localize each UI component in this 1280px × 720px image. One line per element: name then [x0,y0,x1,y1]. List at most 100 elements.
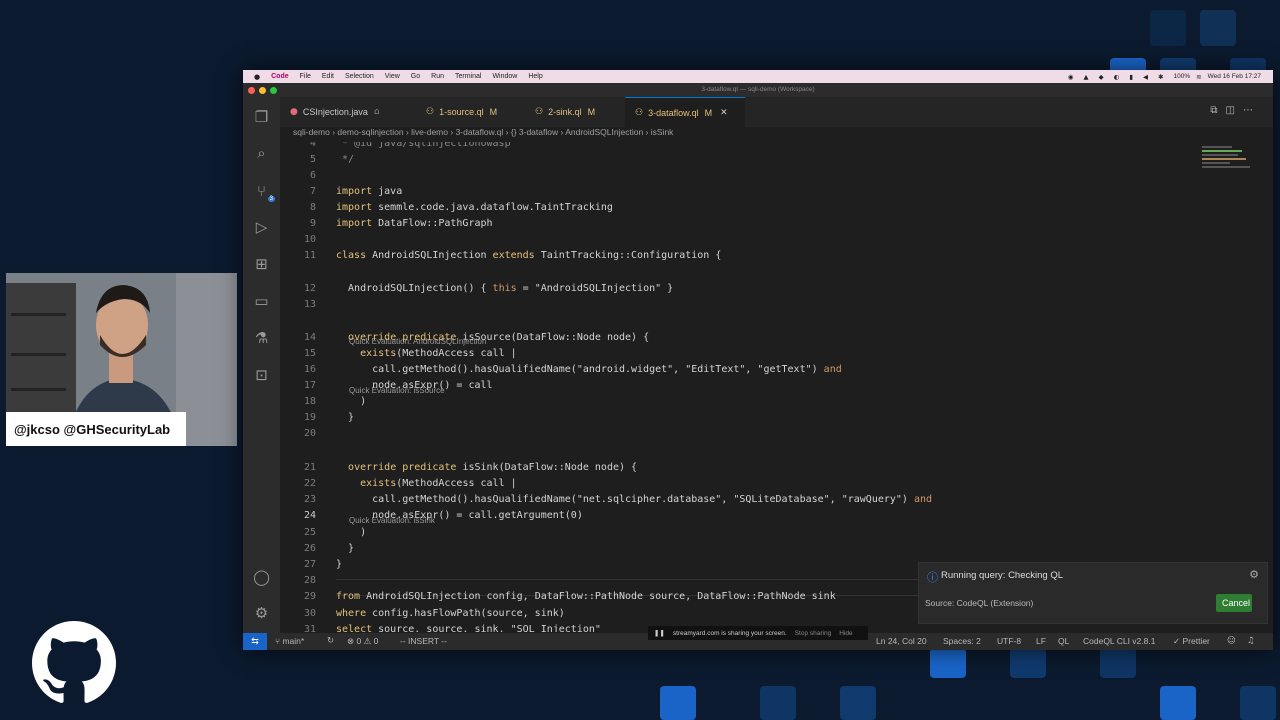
breadcrumb-item[interactable]: sqli-demo [293,127,330,137]
line-number: 4 [309,142,316,149]
codeql-icon[interactable]: ⊡ [252,365,271,384]
line-number: 9 [309,218,316,229]
notification-settings-icon[interactable]: ⚙ [1249,568,1259,581]
menu-terminal[interactable]: Terminal [455,73,481,80]
breadcrumb: sqli-demo › demo-sqlinjection › live-dem… [293,127,674,137]
cancel-button[interactable]: Cancel [1216,594,1252,612]
code-line: class AndroidSQLInjection extends TaintT… [336,250,722,261]
notifications-bell-icon[interactable]: ♫ [1247,636,1255,646]
info-icon: ⓘ [927,571,938,584]
indentation[interactable]: Spaces: 2 [943,636,981,646]
code-line: override predicate isSink(DataFlow::Node… [348,462,638,473]
notification-message: Running query: Checking QL [941,570,1063,581]
code-line: import DataFlow::PathGraph [336,218,493,229]
prettier-status[interactable]: ✓ Prettier [1173,636,1210,647]
menu-selection[interactable]: Selection [345,73,374,80]
line-ending[interactable]: LF [1036,636,1046,646]
codeql-version[interactable]: CodeQL CLI v2.8.1 [1083,636,1155,646]
source-control-icon[interactable]: ⑂ 3 [252,181,275,202]
code-line: */ [336,154,355,165]
code-line: ) [336,527,367,538]
menu-view[interactable]: View [385,73,400,80]
tab-csinjection[interactable]: ● CSInjection.java ⌂ [280,97,398,127]
tab-1-source[interactable]: ⚇ 1-source.ql M [416,97,521,127]
code-line: where config.hasFlowPath(source, sink) [336,608,565,619]
tab-label: 1-source.ql [439,107,484,117]
line-number: 8 [309,202,316,213]
menu-go[interactable]: Go [411,73,420,80]
menu-window[interactable]: Window [492,73,517,80]
line-number: 29 [303,591,316,602]
more-actions-icon[interactable]: ⋯ [1243,105,1261,116]
stop-sharing-button[interactable]: Stop sharing [795,630,832,637]
close-tab-icon[interactable]: ✕ [720,107,728,118]
tab-label: 2-sink.ql [548,107,582,117]
breadcrumb-item[interactable]: demo-sqlinjection [337,127,403,137]
apple-icon[interactable]: ● [254,73,260,81]
menu-run[interactable]: Run [431,73,444,80]
line-number: 14 [303,332,316,343]
breadcrumb-item[interactable]: AndroidSQLInjection [565,127,643,137]
activity-bar: ❐ ⌕ ⑂ 3 ▷ ⊞ ▭ ⚗ ⊡ ◯ ⚙ [243,97,280,633]
settings-gear-icon[interactable]: ⚙ [252,603,271,622]
tab-3-dataflow[interactable]: ⚇ 3-dataflow.ql M ✕ [625,97,745,127]
code-line: AndroidSQLInjection() { this = "AndroidS… [336,283,674,294]
lock-icon: ⌂ [373,107,380,117]
name-tag: @jkcso @GHSecurityLab [6,412,186,446]
tab-2-sink[interactable]: ⚇ 2-sink.ql M [525,97,625,127]
code-line: exists(MethodAccess call | [360,478,517,489]
language-mode[interactable]: QL [1058,636,1069,646]
line-number: 18 [303,396,316,407]
line-number: 24 [303,510,316,521]
line-number: 6 [309,170,316,181]
menu-app[interactable]: Code [271,73,289,80]
branch-indicator[interactable]: ⑂ main* [275,636,304,646]
run-debug-icon[interactable]: ▷ [252,217,271,236]
line-number: 27 [303,559,316,570]
breadcrumb-item[interactable]: 3-dataflow.ql [456,127,504,137]
line-number: 20 [303,428,316,439]
menu-file[interactable]: File [300,73,311,80]
remote-indicator-icon[interactable]: ⇆ [243,633,267,650]
hide-share-bar-button[interactable]: Hide [839,630,852,637]
testing-icon[interactable]: ⚗ [252,328,271,347]
code-line: exists(MethodAccess call | [360,348,517,359]
sync-icon[interactable]: ↻ [327,636,334,646]
encoding[interactable]: UTF-8 [997,636,1021,646]
menu-help[interactable]: Help [528,73,542,80]
account-icon[interactable]: ◯ [252,567,271,586]
line-number: 13 [303,299,316,310]
compare-icon[interactable]: ⧉ [1210,105,1225,116]
remote-explorer-icon[interactable]: ▭ [252,291,271,310]
cursor-position[interactable]: Ln 24, Col 20 [876,636,927,646]
code-line: import java [336,186,403,197]
title-bar: 3-dataflow.ql — sqli-demo (Workspace) [243,83,1273,97]
code-line: node.asExpr() = call.getArgument(0) [336,510,583,521]
line-number: 19 [303,412,316,423]
search-icon[interactable]: ⌕ [252,143,271,162]
line-number: 12 [303,283,316,294]
explorer-icon[interactable]: ❐ [252,107,271,126]
wifi-icon[interactable]: ≋ [1196,73,1201,81]
code-editor[interactable]: Quick Evaluation: AndroidSQLInjection Qu… [280,142,1198,632]
breadcrumb-item[interactable]: {} 3-dataflow [511,127,558,137]
split-editor-icon[interactable]: ◫ [1226,105,1243,116]
modified-marker: M [587,107,596,117]
tab-label: 3-dataflow.ql [648,107,699,118]
feedback-icon[interactable]: ☺ [1227,636,1236,646]
code-line: } [336,559,343,570]
status-icons[interactable]: ◉ ▲ ◆ ◐ ▮ ◀ ✱ [1068,73,1168,81]
menu-edit[interactable]: Edit [322,73,334,80]
minimap[interactable] [1198,142,1258,182]
editor-actions: ⧉◫⋯ [1210,105,1261,116]
share-message: streamyard.com is sharing your screen. [672,629,787,637]
battery-level[interactable]: 100% [1174,73,1191,80]
line-number: 23 [303,494,316,505]
breadcrumb-item[interactable]: isSink [651,127,674,137]
extensions-icon[interactable]: ⊞ [252,254,271,273]
github-logo-icon [32,621,116,705]
problems-indicator[interactable]: ⊗ 0 ⚠ 0 [347,636,378,647]
clock[interactable]: Wed 16 Feb 17:27 [1208,73,1261,80]
breadcrumb-item[interactable]: live-demo [411,127,448,137]
error-icon: ● [290,107,298,117]
